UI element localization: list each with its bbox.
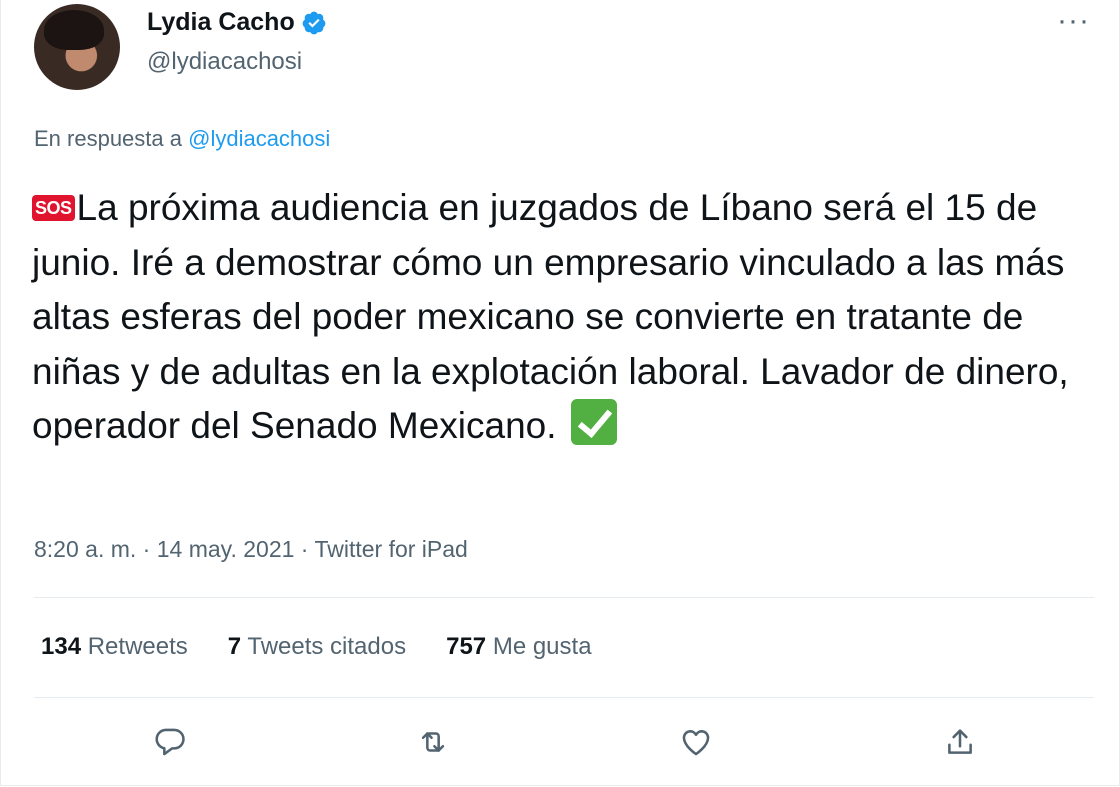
likes-label: Me gusta <box>492 633 592 660</box>
retweets-count: 134 <box>41 633 82 660</box>
reply-mention-link[interactable]: @lydiacachosi <box>188 126 330 151</box>
author-name-row: Lydia Cacho <box>147 8 327 37</box>
tweet-date[interactable]: 14 may. 2021 <box>157 536 295 562</box>
sos-emoji-icon: SOS <box>32 195 75 221</box>
tweet-text: SOS La próxima audiencia en juzgados de L… <box>32 181 1082 454</box>
tweet-source[interactable]: Twitter for iPad <box>314 536 467 562</box>
like-button[interactable] <box>674 720 718 764</box>
share-icon <box>948 729 972 754</box>
tweet-card: Lydia Cacho @lydiacachosi ··· En respues… <box>0 0 1120 786</box>
verified-badge-icon <box>302 11 326 34</box>
engagement-stats: 134 Retweets 7 Tweets citados 757 Me gus… <box>41 633 632 661</box>
retweet-icon <box>421 732 445 752</box>
author-display-name[interactable]: Lydia Cacho <box>147 8 295 37</box>
more-options-icon[interactable]: ··· <box>1057 4 1090 38</box>
reply-icon <box>155 728 185 756</box>
likes-stat[interactable]: 757 Me gusta <box>446 633 591 661</box>
quote-tweets-count: 7 <box>227 633 242 660</box>
avatar[interactable] <box>34 4 120 90</box>
check-mark-button-icon <box>570 399 617 445</box>
action-bar <box>1 720 1120 764</box>
reply-button[interactable] <box>148 720 192 764</box>
share-button[interactable] <box>938 720 982 764</box>
tweet-meta: 8:20 a. m. · 14 may. 2021 · Twitter for … <box>34 536 468 563</box>
likes-count: 757 <box>446 633 487 660</box>
meta-separator: · <box>300 536 309 562</box>
tweet-time[interactable]: 8:20 a. m. <box>34 536 136 562</box>
retweets-label: Retweets <box>87 633 188 660</box>
retweets-stat[interactable]: 134 Retweets <box>41 633 188 661</box>
divider <box>34 597 1094 598</box>
retweet-button[interactable] <box>411 720 455 764</box>
reply-prefix: En respuesta a <box>34 126 182 151</box>
heart-icon <box>682 730 710 756</box>
divider <box>34 697 1094 698</box>
author-handle[interactable]: @lydiacachosi <box>147 48 302 76</box>
meta-separator: · <box>142 536 151 562</box>
quote-tweets-stat[interactable]: 7 Tweets citados <box>228 633 406 661</box>
reply-context: En respuesta a @lydiacachosi <box>34 126 330 152</box>
quote-tweets-label: Tweets citados <box>247 633 407 660</box>
tweet-body: La próxima audiencia en juzgados de Líba… <box>32 187 1069 446</box>
